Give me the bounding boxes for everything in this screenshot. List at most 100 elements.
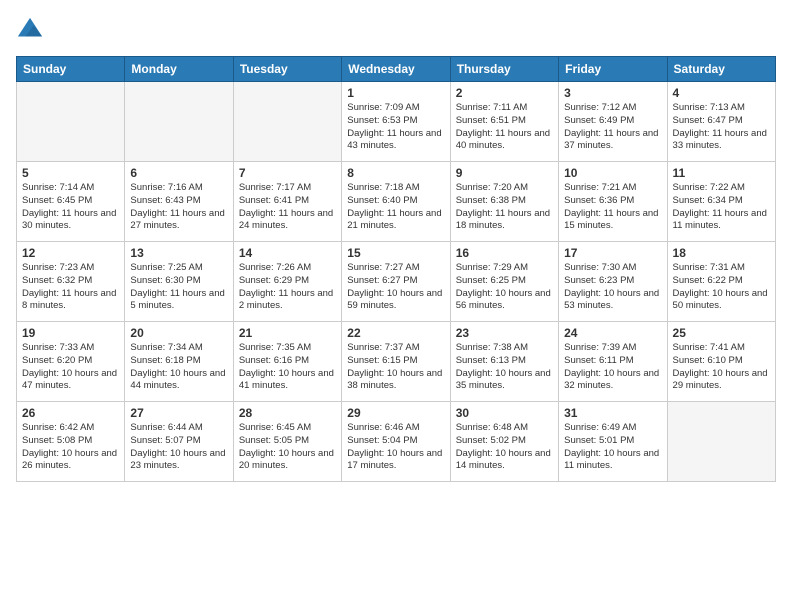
day-number: 6: [130, 166, 227, 180]
cell-content: Sunrise: 7:20 AM Sunset: 6:38 PM Dayligh…: [456, 182, 553, 233]
day-number: 21: [239, 326, 336, 340]
day-number: 29: [347, 406, 444, 420]
calendar-cell: 26 Sunrise: 6:42 AM Sunset: 5:08 PM Dayli…: [17, 402, 125, 482]
calendar-cell: 5 Sunrise: 7:14 AM Sunset: 6:45 PM Daylig…: [17, 162, 125, 242]
week-row-0: 1 Sunrise: 7:09 AM Sunset: 6:53 PM Daylig…: [17, 82, 776, 162]
day-header-monday: Monday: [125, 57, 233, 82]
day-header-thursday: Thursday: [450, 57, 558, 82]
day-number: 2: [456, 86, 553, 100]
calendar-cell: [125, 82, 233, 162]
day-number: 14: [239, 246, 336, 260]
logo: [16, 16, 48, 44]
calendar-cell: 27Sunrise: 6:44 AM Sunset: 5:07 PM Dayli…: [125, 402, 233, 482]
calendar-cell: [233, 82, 341, 162]
calendar-cell: 19Sunrise: 7:33 AM Sunset: 6:20 PM Dayli…: [17, 322, 125, 402]
day-number: 12: [22, 246, 119, 260]
calendar-table: SundayMondayTuesdayWednesdayThursdayFrid…: [16, 56, 776, 482]
cell-content: Sunrise: 7:23 AM Sunset: 6:32 PM Dayligh…: [22, 262, 119, 313]
calendar-cell: 18Sunrise: 7:31 AM Sunset: 6:22 PM Dayli…: [667, 242, 775, 322]
cell-content: Sunrise: 6:44 AM Sunset: 5:07 PM Dayligh…: [130, 422, 227, 473]
day-number: 11: [673, 166, 770, 180]
day-number: 10: [564, 166, 661, 180]
calendar-cell: 25 Sunrise: 7:41 AM Sunset: 6:10 PM Dayli…: [667, 322, 775, 402]
day-number: 31: [564, 406, 661, 420]
week-row-2: 12 Sunrise: 7:23 AM Sunset: 6:32 PM Dayli…: [17, 242, 776, 322]
cell-content: Sunrise: 7:25 AM Sunset: 6:30 PM Dayligh…: [130, 262, 227, 313]
calendar-cell: 29Sunrise: 6:46 AM Sunset: 5:04 PM Dayli…: [342, 402, 450, 482]
calendar-cell: 21 Sunrise: 7:35 AM Sunset: 6:16 PM Dayli…: [233, 322, 341, 402]
calendar-cell: 20 Sunrise: 7:34 AM Sunset: 6:18 PM Dayli…: [125, 322, 233, 402]
day-number: 20: [130, 326, 227, 340]
calendar-cell: 30Sunrise: 6:48 AM Sunset: 5:02 PM Dayli…: [450, 402, 558, 482]
cell-content: Sunrise: 7:12 AM Sunset: 6:49 PM Dayligh…: [564, 102, 661, 153]
week-row-1: 5 Sunrise: 7:14 AM Sunset: 6:45 PM Daylig…: [17, 162, 776, 242]
day-number: 7: [239, 166, 336, 180]
day-number: 26: [22, 406, 119, 420]
calendar-cell: 8Sunrise: 7:18 AM Sunset: 6:40 PM Daylig…: [342, 162, 450, 242]
calendar-cell: 9 Sunrise: 7:20 AM Sunset: 6:38 PM Daylig…: [450, 162, 558, 242]
day-header-saturday: Saturday: [667, 57, 775, 82]
day-number: 1: [347, 86, 444, 100]
calendar-cell: 28 Sunrise: 6:45 AM Sunset: 5:05 PM Dayli…: [233, 402, 341, 482]
cell-content: Sunrise: 7:27 AM Sunset: 6:27 PM Dayligh…: [347, 262, 444, 313]
calendar-cell: 7 Sunrise: 7:17 AM Sunset: 6:41 PM Daylig…: [233, 162, 341, 242]
day-number: 5: [22, 166, 119, 180]
page-header: [16, 16, 776, 44]
calendar-cell: 15Sunrise: 7:27 AM Sunset: 6:27 PM Dayli…: [342, 242, 450, 322]
cell-content: Sunrise: 7:26 AM Sunset: 6:29 PM Dayligh…: [239, 262, 336, 313]
day-number: 4: [673, 86, 770, 100]
cell-content: Sunrise: 6:45 AM Sunset: 5:05 PM Dayligh…: [239, 422, 336, 473]
calendar-cell: 13 Sunrise: 7:25 AM Sunset: 6:30 PM Dayli…: [125, 242, 233, 322]
day-number: 25: [673, 326, 770, 340]
cell-content: Sunrise: 6:42 AM Sunset: 5:08 PM Dayligh…: [22, 422, 119, 473]
day-number: 28: [239, 406, 336, 420]
calendar-cell: 24 Sunrise: 7:39 AM Sunset: 6:11 PM Dayli…: [559, 322, 667, 402]
day-number: 23: [456, 326, 553, 340]
calendar-cell: 6 Sunrise: 7:16 AM Sunset: 6:43 PM Daylig…: [125, 162, 233, 242]
day-number: 3: [564, 86, 661, 100]
calendar-cell: [667, 402, 775, 482]
day-number: 22: [347, 326, 444, 340]
logo-icon: [16, 16, 44, 44]
cell-content: Sunrise: 7:41 AM Sunset: 6:10 PM Dayligh…: [673, 342, 770, 393]
day-header-sunday: Sunday: [17, 57, 125, 82]
cell-content: Sunrise: 7:35 AM Sunset: 6:16 PM Dayligh…: [239, 342, 336, 393]
day-number: 24: [564, 326, 661, 340]
calendar-cell: 22 Sunrise: 7:37 AM Sunset: 6:15 PM Dayli…: [342, 322, 450, 402]
day-header-friday: Friday: [559, 57, 667, 82]
week-row-3: 19Sunrise: 7:33 AM Sunset: 6:20 PM Dayli…: [17, 322, 776, 402]
cell-content: Sunrise: 6:48 AM Sunset: 5:02 PM Dayligh…: [456, 422, 553, 473]
calendar-cell: 1 Sunrise: 7:09 AM Sunset: 6:53 PM Daylig…: [342, 82, 450, 162]
day-number: 18: [673, 246, 770, 260]
day-number: 13: [130, 246, 227, 260]
cell-content: Sunrise: 7:38 AM Sunset: 6:13 PM Dayligh…: [456, 342, 553, 393]
cell-content: Sunrise: 7:30 AM Sunset: 6:23 PM Dayligh…: [564, 262, 661, 313]
calendar-cell: 3 Sunrise: 7:12 AM Sunset: 6:49 PM Daylig…: [559, 82, 667, 162]
day-number: 8: [347, 166, 444, 180]
calendar-cell: 10 Sunrise: 7:21 AM Sunset: 6:36 PM Dayli…: [559, 162, 667, 242]
day-number: 9: [456, 166, 553, 180]
calendar-cell: 11 Sunrise: 7:22 AM Sunset: 6:34 PM Dayli…: [667, 162, 775, 242]
week-row-4: 26 Sunrise: 6:42 AM Sunset: 5:08 PM Dayli…: [17, 402, 776, 482]
cell-content: Sunrise: 7:37 AM Sunset: 6:15 PM Dayligh…: [347, 342, 444, 393]
calendar-cell: 2Sunrise: 7:11 AM Sunset: 6:51 PM Daylig…: [450, 82, 558, 162]
cell-content: Sunrise: 7:33 AM Sunset: 6:20 PM Dayligh…: [22, 342, 119, 393]
calendar-cell: 17 Sunrise: 7:30 AM Sunset: 6:23 PM Dayli…: [559, 242, 667, 322]
cell-content: Sunrise: 7:16 AM Sunset: 6:43 PM Dayligh…: [130, 182, 227, 233]
calendar-cell: 23 Sunrise: 7:38 AM Sunset: 6:13 PM Dayli…: [450, 322, 558, 402]
cell-content: Sunrise: 6:49 AM Sunset: 5:01 PM Dayligh…: [564, 422, 661, 473]
calendar-header-row: SundayMondayTuesdayWednesdayThursdayFrid…: [17, 57, 776, 82]
cell-content: Sunrise: 7:34 AM Sunset: 6:18 PM Dayligh…: [130, 342, 227, 393]
calendar-cell: 14 Sunrise: 7:26 AM Sunset: 6:29 PM Dayli…: [233, 242, 341, 322]
day-number: 17: [564, 246, 661, 260]
cell-content: Sunrise: 7:22 AM Sunset: 6:34 PM Dayligh…: [673, 182, 770, 233]
cell-content: Sunrise: 7:14 AM Sunset: 6:45 PM Dayligh…: [22, 182, 119, 233]
calendar-cell: 31 Sunrise: 6:49 AM Sunset: 5:01 PM Dayli…: [559, 402, 667, 482]
calendar-cell: [17, 82, 125, 162]
cell-content: Sunrise: 7:21 AM Sunset: 6:36 PM Dayligh…: [564, 182, 661, 233]
day-header-wednesday: Wednesday: [342, 57, 450, 82]
calendar-cell: 12 Sunrise: 7:23 AM Sunset: 6:32 PM Dayli…: [17, 242, 125, 322]
cell-content: Sunrise: 7:09 AM Sunset: 6:53 PM Dayligh…: [347, 102, 444, 153]
cell-content: Sunrise: 7:39 AM Sunset: 6:11 PM Dayligh…: [564, 342, 661, 393]
cell-content: Sunrise: 7:17 AM Sunset: 6:41 PM Dayligh…: [239, 182, 336, 233]
